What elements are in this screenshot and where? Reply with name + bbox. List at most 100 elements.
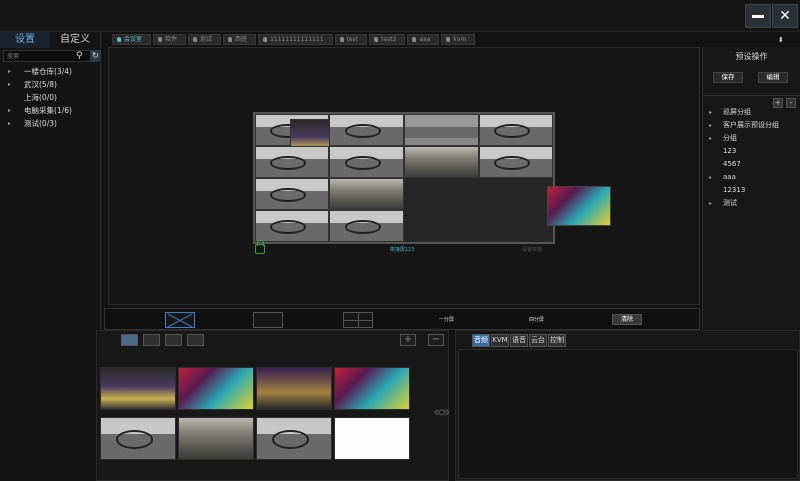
layout-custom-button[interactable]: [165, 312, 195, 328]
preset-item[interactable]: ▸ aaa: [703, 171, 800, 184]
control-panel: 音频 KVM 语音 云台 控制: [455, 330, 800, 481]
preset-item-label: 分组: [723, 134, 737, 142]
source-thumbnail[interactable]: [178, 367, 254, 410]
wall-cell[interactable]: [479, 146, 553, 178]
save-button[interactable]: 保存: [713, 72, 743, 83]
remove-source-button[interactable]: −: [428, 334, 444, 346]
view-list-button[interactable]: [143, 334, 160, 346]
source-thumbnail[interactable]: [100, 417, 176, 460]
tree-item[interactable]: ▸ 测试(0/3): [0, 117, 100, 130]
floating-window[interactable]: [547, 186, 611, 226]
preset-item[interactable]: ▸ 客户展示预设分组: [703, 119, 800, 132]
control-content: [458, 349, 798, 479]
tab-scene[interactable]: test2: [369, 34, 406, 45]
expand-arrow-icon[interactable]: ▸: [8, 65, 11, 78]
tab-scene[interactable]: 11111111111111: [258, 34, 333, 45]
location-pin-icon: [158, 37, 163, 42]
location-pin-icon: [263, 37, 268, 42]
wall-cell[interactable]: [255, 146, 329, 178]
refresh-icon[interactable]: ↻: [90, 50, 101, 62]
preset-panel: 预设操作 保存 编辑 + - ▸ 巡屏分组 ▸ 客户展示预设分组 ▸ 分组 123 4…: [702, 47, 800, 329]
expand-arrow-icon[interactable]: ▸: [8, 117, 11, 130]
tab-audio[interactable]: 音频: [472, 334, 490, 347]
wall-cell[interactable]: [479, 114, 553, 146]
scene-tabs: 会议室 软件 测试 西班 11111111111111 test test2 a…: [108, 34, 700, 46]
expand-arrow-icon[interactable]: ▸: [8, 104, 11, 117]
layout-one-label[interactable]: 一分屏: [439, 316, 454, 323]
view-grid-button[interactable]: [121, 334, 138, 346]
source-thumbnail[interactable]: [100, 367, 176, 410]
preset-item[interactable]: 12313: [703, 184, 800, 197]
wall-cell[interactable]: [255, 210, 329, 242]
device-tree: ▸ 一楼仓库(3/4) ▸ 武汉(5/8) 上海(0/0) ▸ 电脑采集(1/6) ▸…: [0, 65, 100, 130]
tree-item-label: 测试(0/3): [24, 119, 57, 128]
tab-scene[interactable]: test: [334, 34, 368, 45]
wall-cell[interactable]: [329, 146, 404, 178]
preset-item[interactable]: ▸ 测试: [703, 197, 800, 210]
source-thumbnail[interactable]: [334, 367, 410, 410]
tab-scene[interactable]: 测试: [188, 34, 222, 45]
preset-item[interactable]: 4567: [703, 158, 800, 171]
layout-bar: 一分屏 四分屏 清除: [104, 308, 700, 330]
layout-single-button[interactable]: [253, 312, 283, 328]
wall-cell[interactable]: [329, 210, 404, 242]
scroll-updown-icon[interactable]: ⬍: [778, 36, 784, 44]
clear-button[interactable]: 清除: [612, 314, 642, 325]
preset-item-label: 巡屏分组: [723, 108, 751, 116]
close-button[interactable]: ✕: [772, 4, 798, 28]
minimize-button[interactable]: [745, 4, 771, 28]
collapse-arrows-icon[interactable]: «»: [433, 402, 451, 421]
wall-cell[interactable]: [404, 146, 479, 178]
preset-list: + - ▸ 巡屏分组 ▸ 客户展示预设分组 ▸ 分组 123 4567 ▸ aaa 12…: [703, 95, 800, 329]
tab-custom[interactable]: 自定义: [50, 32, 100, 48]
tab-kvm[interactable]: KVM: [491, 334, 509, 347]
wall-cell[interactable]: [329, 178, 404, 210]
tab-scene[interactable]: 软件: [153, 34, 187, 45]
tree-item[interactable]: ▸ 一楼仓库(3/4): [0, 65, 100, 78]
search-input[interactable]: [4, 51, 64, 61]
source-thumbnail[interactable]: [178, 417, 254, 460]
tab-settings[interactable]: 设置: [0, 32, 50, 48]
wall-cell[interactable]: [329, 114, 404, 146]
tab-control[interactable]: 控制: [548, 334, 566, 347]
tab-voice[interactable]: 语音: [510, 334, 528, 347]
tab-scene[interactable]: 会议室: [112, 34, 152, 45]
expand-arrow-icon[interactable]: ▸: [709, 106, 712, 119]
tab-label: test: [346, 36, 359, 43]
source-thumbnail[interactable]: [256, 367, 332, 410]
tab-scene[interactable]: 西班: [223, 34, 257, 45]
tree-item[interactable]: ▸ 武汉(5/8): [0, 78, 100, 91]
preset-item-label: 123: [723, 147, 737, 155]
tab-scene[interactable]: kvm: [441, 34, 476, 45]
expand-arrow-icon[interactable]: ▸: [709, 119, 712, 132]
wall-cell[interactable]: [404, 114, 479, 146]
video-wall-canvas[interactable]: 拼接屏123 设置拼接: [108, 47, 700, 305]
preset-item[interactable]: 123: [703, 145, 800, 158]
layout-quad-button[interactable]: [343, 312, 373, 328]
expand-arrow-icon[interactable]: ▸: [8, 78, 11, 91]
edit-button[interactable]: 编辑: [758, 72, 788, 83]
preset-item[interactable]: ▸ 巡屏分组: [703, 106, 800, 119]
location-pin-icon: [374, 37, 379, 42]
tree-item[interactable]: 上海(0/0): [0, 91, 100, 104]
tab-scene[interactable]: aaa: [407, 34, 440, 45]
video-wall[interactable]: [253, 112, 555, 244]
tab-ptz[interactable]: 云台: [529, 334, 547, 347]
wall-cell-empty[interactable]: [404, 178, 553, 242]
add-source-button[interactable]: +: [400, 334, 416, 346]
search-icon[interactable]: ⚲: [76, 51, 83, 61]
view-mode3-button[interactable]: [165, 334, 182, 346]
source-thumbnail[interactable]: [256, 417, 332, 460]
expand-arrow-icon[interactable]: ▸: [709, 197, 712, 210]
wall-cell[interactable]: [255, 178, 329, 210]
lock-icon[interactable]: [255, 240, 265, 254]
close-icon: ✕: [779, 8, 791, 24]
minimize-icon: [752, 14, 764, 18]
expand-arrow-icon[interactable]: ▸: [709, 132, 712, 145]
source-thumbnail[interactable]: [334, 417, 410, 460]
layout-four-label[interactable]: 四分屏: [529, 316, 544, 323]
preset-item[interactable]: ▸ 分组: [703, 132, 800, 145]
expand-arrow-icon[interactable]: ▸: [709, 171, 712, 184]
tree-item[interactable]: ▸ 电脑采集(1/6): [0, 104, 100, 117]
view-mode4-button[interactable]: [187, 334, 204, 346]
